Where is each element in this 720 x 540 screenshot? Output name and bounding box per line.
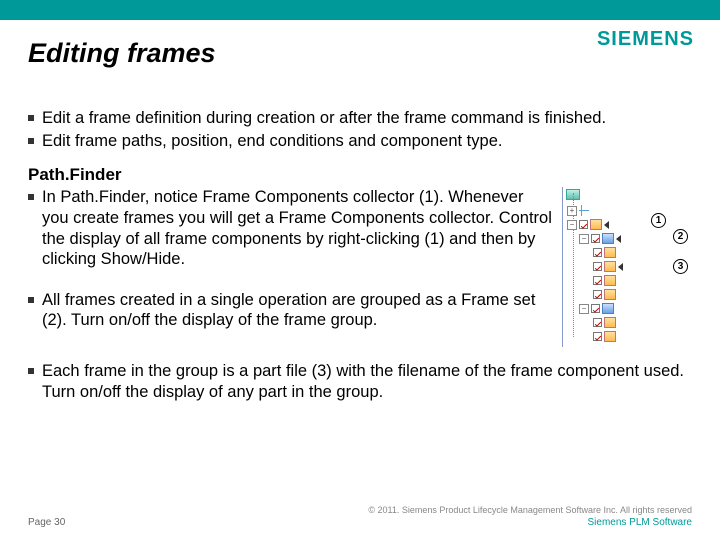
bullet-text: Edit frame paths, position, end conditio… [42, 131, 692, 152]
bullet-marker [28, 297, 34, 303]
bullet-item: Each frame in the group is a part file (… [28, 361, 692, 402]
collector-icon [590, 219, 602, 230]
tree-node: + [567, 205, 591, 216]
expand-icon: − [579, 304, 589, 314]
part-icon [604, 275, 616, 286]
checkbox-icon [579, 220, 588, 229]
bullet-marker [28, 115, 34, 121]
bullet-item: All frames created in a single operation… [28, 290, 552, 331]
tree-node [593, 261, 623, 272]
pathfinder-tree: + − − [562, 187, 692, 347]
bullet-marker [28, 368, 34, 374]
bullet-item: Edit frame paths, position, end conditio… [28, 131, 692, 152]
bullet-marker [28, 194, 34, 200]
page-number: Page 30 [28, 517, 65, 528]
content-row: In Path.Finder, notice Frame Components … [28, 187, 692, 347]
tree-node [593, 289, 616, 300]
checkbox-icon [593, 332, 602, 341]
arrow-icon [616, 235, 621, 243]
tree-node: − [567, 219, 609, 230]
callout-2: 2 [673, 229, 688, 244]
part-icon [604, 289, 616, 300]
tree-node [593, 275, 616, 286]
checkbox-icon [591, 304, 600, 313]
tree-node: − [579, 303, 614, 314]
tree-node [593, 317, 616, 328]
tree-node [593, 331, 616, 342]
slide-body: Edit a frame definition during creation … [28, 108, 692, 405]
callout-1: 1 [651, 213, 666, 228]
frameset-icon [602, 233, 614, 244]
bullet-text: In Path.Finder, notice Frame Components … [42, 187, 552, 270]
bullet-item: Edit a frame definition during creation … [28, 108, 692, 129]
slide-footer: © 2011. Siemens Product Lifecycle Manage… [28, 505, 692, 528]
bullet-marker [28, 138, 34, 144]
checkbox-icon [593, 276, 602, 285]
bullet-text: Edit a frame definition during creation … [42, 108, 692, 129]
checkbox-icon [593, 290, 602, 299]
tree-column: + − − [562, 187, 692, 347]
checkbox-icon [591, 234, 600, 243]
checkbox-icon [593, 248, 602, 257]
part-icon [604, 247, 616, 258]
text-column: In Path.Finder, notice Frame Components … [28, 187, 552, 333]
bullet-text: All frames created in a single operation… [42, 290, 552, 331]
arrow-icon [604, 221, 609, 229]
part-icon [604, 317, 616, 328]
intro-bullets: Edit a frame definition during creation … [28, 108, 692, 151]
expand-icon: + [567, 206, 577, 216]
tree-node: − [579, 233, 621, 244]
frameset-icon [602, 303, 614, 314]
section-heading: Path.Finder [28, 165, 692, 185]
slide-header: Editing frames [0, 20, 600, 90]
sketch-icon [579, 205, 591, 216]
accent-bar [0, 0, 720, 20]
tree-node [593, 247, 616, 258]
bullet-item: In Path.Finder, notice Frame Components … [28, 187, 552, 270]
checkbox-icon [593, 318, 602, 327]
part-icon [604, 331, 616, 342]
arrow-icon [618, 263, 623, 271]
footer-brand: Siemens PLM Software [588, 517, 693, 528]
expand-icon: − [567, 220, 577, 230]
copyright-text: © 2011. Siemens Product Lifecycle Manage… [28, 505, 692, 515]
callout-3: 3 [673, 259, 688, 274]
expand-icon: − [579, 234, 589, 244]
siemens-logo: SIEMENS [597, 28, 694, 51]
slide-title: Editing frames [28, 38, 600, 69]
bullet-text: Each frame in the group is a part file (… [42, 361, 692, 402]
checkbox-icon [593, 262, 602, 271]
part-icon [604, 261, 616, 272]
